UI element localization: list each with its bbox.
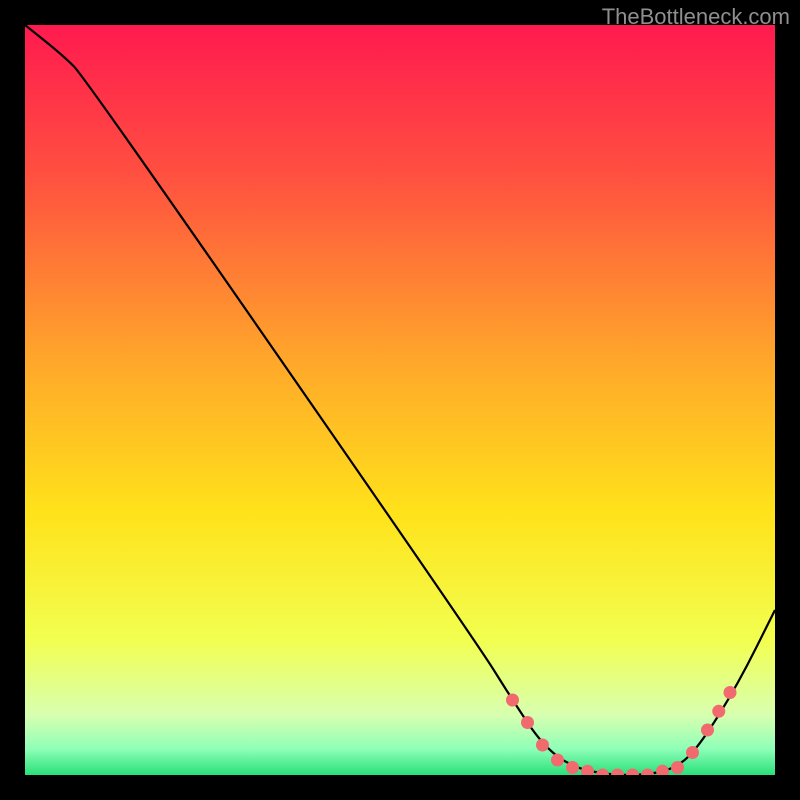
highlight-point xyxy=(521,716,534,729)
chart-background xyxy=(25,25,775,775)
highlight-point xyxy=(724,686,737,699)
highlight-point xyxy=(506,694,519,707)
chart-frame: TheBottleneck.com xyxy=(0,0,800,800)
chart-svg xyxy=(25,25,775,775)
highlight-point xyxy=(536,739,549,752)
highlight-point xyxy=(566,761,579,774)
chart-plot-area xyxy=(25,25,775,775)
highlight-point xyxy=(551,754,564,767)
highlight-point xyxy=(686,746,699,759)
highlight-point xyxy=(712,705,725,718)
watermark-text: TheBottleneck.com xyxy=(602,4,790,30)
highlight-point xyxy=(671,761,684,774)
highlight-point xyxy=(701,724,714,737)
